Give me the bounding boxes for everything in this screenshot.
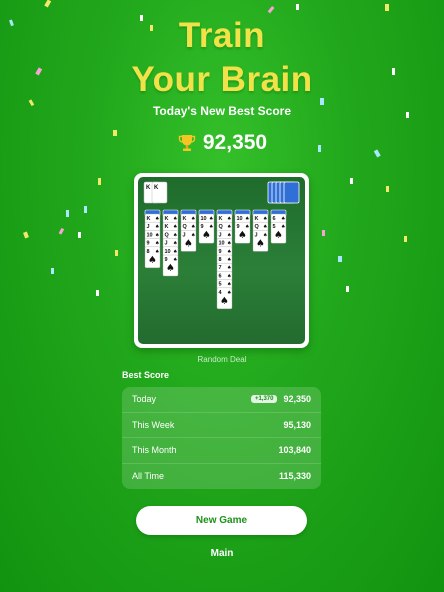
card-rank: J (147, 224, 150, 230)
card-rank: 5 (219, 282, 222, 288)
card-rank: 9 (147, 241, 150, 247)
best-score-heading: Best Score (122, 370, 170, 380)
spade-icon: ♠ (227, 249, 231, 255)
spade-icon: ♠ (155, 224, 159, 230)
stat-row-month: This Month 103,840 (122, 438, 321, 464)
score-delta-badge: +1,370 (250, 395, 278, 404)
spade-icon: ♠ (245, 216, 249, 222)
spade-icon: ♠ (173, 224, 177, 230)
card-rank: K (146, 185, 151, 191)
spade-icon: ♠ (274, 230, 283, 241)
card-rank: K (165, 224, 169, 230)
deal-caption: Random Deal (197, 355, 247, 364)
new-game-button[interactable]: New Game (136, 506, 307, 535)
card-rank: K (154, 185, 159, 191)
spade-icon: ♠ (238, 230, 247, 241)
spade-icon: ♠ (227, 265, 231, 271)
stat-period: This Week (132, 419, 175, 430)
card-rank: 10 (201, 216, 207, 222)
spade-icon: ♠ (166, 263, 175, 274)
spade-icon: ♠ (173, 241, 177, 247)
spade-icon: ♠ (191, 224, 195, 230)
spade-icon: ♠ (256, 238, 265, 249)
spade-icon: ♠ (173, 249, 177, 255)
card-rank: K (183, 216, 187, 222)
spade-icon: ♠ (202, 230, 211, 241)
card-rank: J (219, 232, 222, 238)
spade-icon: ♠ (227, 273, 231, 279)
title-line-1: Train (178, 16, 266, 55)
spade-icon: ♠ (148, 255, 157, 266)
spade-icon: ♠ (173, 216, 177, 222)
spade-icon: ♠ (155, 232, 159, 238)
stat-period: All Time (132, 471, 165, 482)
spade-icon: ♠ (155, 241, 159, 247)
score-subtitle: Today's New Best Score (152, 104, 291, 118)
spade-icon: ♠ (191, 216, 195, 222)
card-rank: 10 (237, 216, 243, 222)
spade-icon: ♠ (227, 282, 231, 288)
card-rank: K (219, 216, 223, 222)
card-rank: Q (255, 224, 260, 230)
stat-value: 95,130 (283, 419, 311, 430)
card-rank: 6 (219, 273, 222, 279)
spade-icon: ♠ (155, 216, 159, 222)
stat-row-alltime: All Time 115,330 (122, 464, 321, 490)
score-value: 92,350 (202, 131, 268, 154)
card-rank: 6 (273, 216, 276, 222)
stat-value: 92,350 (283, 394, 311, 405)
stat-period: This Month (132, 445, 177, 456)
card-rank: J (165, 241, 168, 247)
best-score-table: Today +1,370 92,350 This Week 95,130 Thi… (122, 387, 321, 489)
title-line-2: Your Brain (131, 60, 313, 99)
card-rank: 9 (219, 249, 222, 255)
card-rank: 8 (219, 257, 222, 263)
game-board: K K K ♠ J ♠ 10 ♠ 9 ♠ 8 ♠ ♠ K ♠ K ♠ Q ♠ J ♠ 10 ♠ 9 ♠ ♠ K ♠ Q ♠ J ♠ ♠ 10 ♠ 9 ♠… (138, 177, 305, 344)
spade-icon: ♠ (220, 296, 229, 307)
spade-icon: ♠ (227, 241, 231, 247)
deal-preview[interactable]: K K K ♠ J ♠ 10 ♠ 9 ♠ 8 ♠ ♠ K ♠ K ♠ Q ♠ J ♠ 10 ♠ 9 ♠ ♠ K ♠ Q ♠ J ♠ ♠ 10 ♠ 9 ♠… (134, 173, 309, 348)
card-rank: K (255, 216, 259, 222)
stat-value: 103,840 (278, 445, 311, 456)
card-rank: 7 (219, 265, 222, 271)
board-cards: K KK ♠J ♠10 ♠9 ♠8 ♠♠K ♠K ♠Q ♠J ♠10 ♠9 ♠♠K ♠Q ♠J ♠♠10 ♠9 ♠… (143, 181, 300, 310)
spade-icon: ♠ (227, 232, 231, 238)
card-rank: Q (183, 224, 188, 230)
stat-value: 115,330 (278, 471, 311, 482)
spade-icon: ♠ (227, 224, 231, 230)
spade-icon: ♠ (227, 257, 231, 263)
stat-row-week: This Week 95,130 (122, 413, 321, 438)
spade-icon: ♠ (173, 232, 177, 238)
card-rank: Q (219, 224, 224, 230)
stat-period: Today (132, 394, 157, 405)
trophy-icon (178, 135, 196, 151)
spade-icon: ♠ (281, 216, 285, 222)
card-rank: 10 (165, 249, 171, 255)
main-menu-link[interactable]: Main (0, 548, 444, 559)
best-score-display: 92,350 (0, 130, 444, 156)
card-rank: K (147, 216, 151, 222)
card-rank: K (165, 216, 169, 222)
spade-icon: ♠ (184, 238, 193, 249)
spade-icon: ♠ (209, 216, 213, 222)
card-rank: Q (165, 232, 170, 238)
spade-icon: ♠ (263, 224, 267, 230)
stock-card (283, 181, 300, 204)
card-rank: 10 (147, 232, 153, 238)
card-rank: 10 (219, 241, 225, 247)
spade-icon: ♠ (263, 216, 267, 222)
stat-row-today: Today +1,370 92,350 (122, 387, 321, 413)
spade-icon: ♠ (227, 216, 231, 222)
